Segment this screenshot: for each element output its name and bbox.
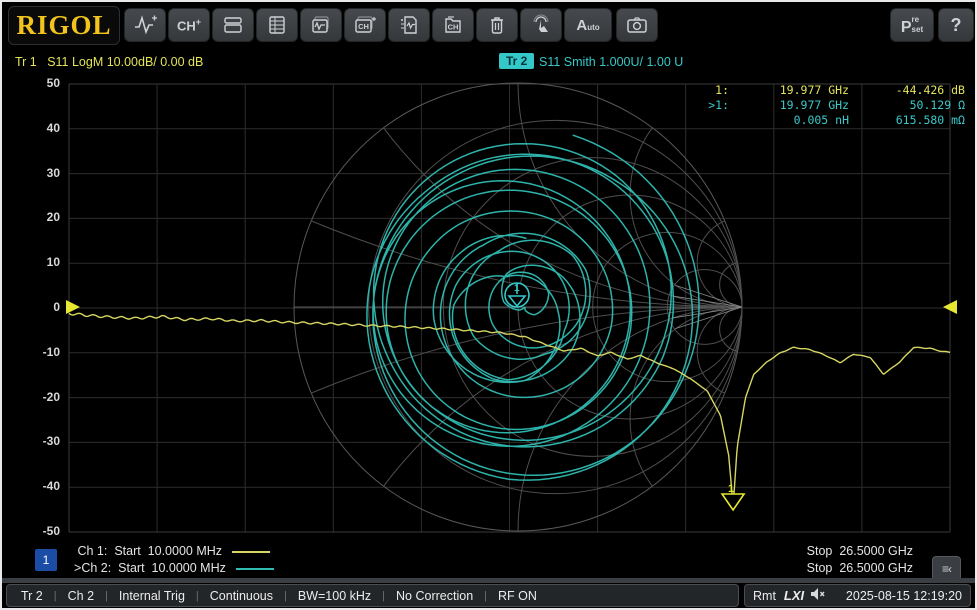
- marker-freq: 0.005 nH: [729, 113, 849, 128]
- smith-reactance-arc: [2, 2, 977, 307]
- marker-label: 1:: [693, 83, 729, 98]
- marker-value: 615.580 mΩ: [849, 113, 965, 128]
- y-axis-label: -40: [28, 479, 60, 493]
- y-axis-label: 40: [28, 121, 60, 135]
- ref-level-marker-left[interactable]: [66, 300, 80, 314]
- marker-label: >1:: [693, 98, 729, 113]
- marker-value: 50.129 Ω: [849, 98, 965, 113]
- marker-label: [693, 113, 729, 128]
- marker-freq: 19.977 GHz: [729, 83, 849, 98]
- smith-reactance-arc: [294, 2, 977, 307]
- vna-screen: RIGOL CH+CHCHAuto Preset ? Tr 1 S11 LogM…: [0, 0, 977, 610]
- y-axis-label: 20: [28, 210, 60, 224]
- marker1-label: 1: [728, 483, 734, 495]
- y-axis-label: -20: [28, 390, 60, 404]
- y-axis-label: -30: [28, 434, 60, 448]
- smith-reactance-arc: [518, 2, 966, 307]
- y-axis-label: 50: [28, 76, 60, 90]
- y-axis-label: -10: [28, 345, 60, 359]
- smith-marker1-label: 1: [514, 283, 520, 294]
- marker1-triangle[interactable]: [722, 494, 744, 510]
- marker-readout: 1:19.977 GHz-44.426 dB >1:19.977 GHz50.12…: [693, 83, 965, 128]
- y-axis-label: 0: [28, 300, 60, 314]
- y-axis-label: -50: [28, 524, 60, 538]
- marker-freq: 19.977 GHz: [729, 98, 849, 113]
- y-axis-label: 10: [28, 255, 60, 269]
- y-axis-label: 30: [28, 166, 60, 180]
- marker-value: -44.426 dB: [849, 83, 965, 98]
